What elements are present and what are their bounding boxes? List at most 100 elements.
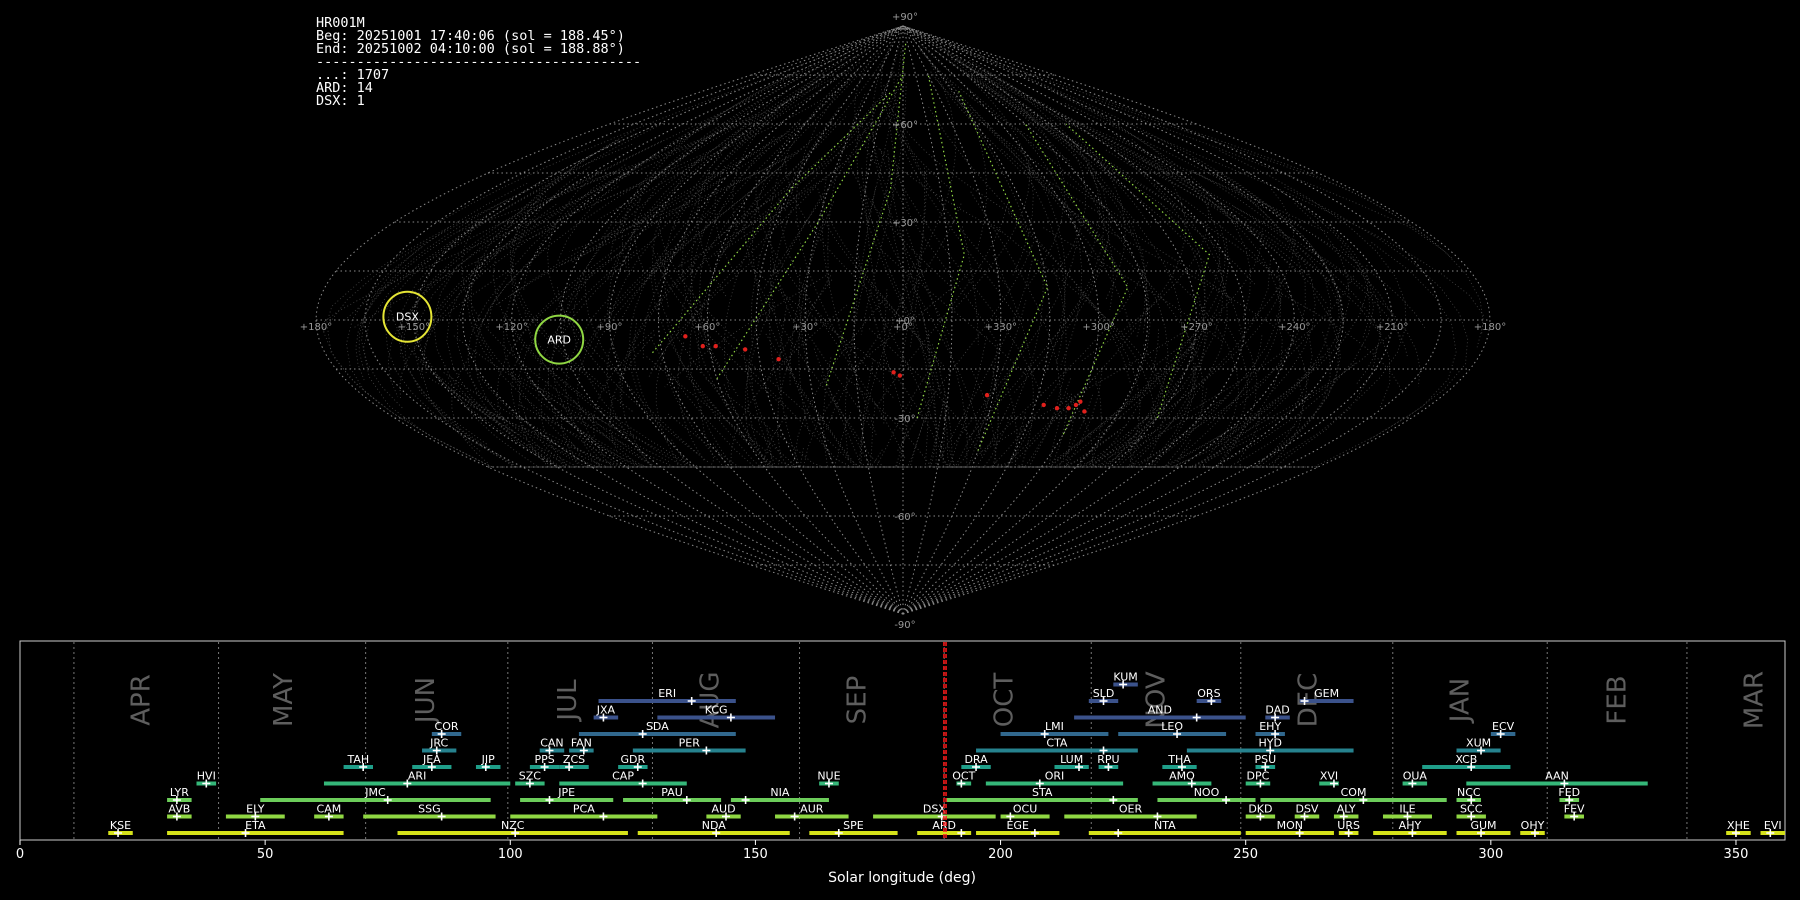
shower-label: EGE — [1006, 819, 1028, 832]
meteor-trail — [995, 116, 1067, 384]
meteor-trail — [547, 368, 770, 468]
meteor-trail — [677, 342, 706, 463]
meteor-trail — [855, 246, 909, 437]
shower-label: SLD — [1093, 687, 1115, 700]
meteor-trail — [929, 260, 1033, 468]
meteor-trail — [628, 206, 701, 413]
shower-label: RPU — [1097, 753, 1119, 766]
sporadic-point — [897, 373, 903, 378]
meteor-trail — [881, 401, 932, 468]
shower-label: KUM — [1113, 671, 1137, 684]
lon-label: +210° — [1376, 322, 1408, 333]
meteor-trail — [1221, 418, 1282, 468]
meteor-trail — [1044, 87, 1252, 318]
meteor-trail — [1257, 331, 1331, 468]
meteor-trail — [1131, 392, 1232, 468]
meteor-trail — [983, 325, 1193, 452]
month-label: MAY — [269, 673, 299, 727]
shower-label: ARD — [932, 819, 956, 832]
meteor-trail — [951, 58, 1114, 311]
shower-label: OCT — [952, 770, 975, 783]
meteor-trail — [723, 384, 770, 468]
lat-label: +60° — [892, 120, 918, 131]
meteor-trail — [698, 430, 773, 468]
meteor-trail — [1149, 322, 1195, 468]
shower-label: NCC — [1457, 786, 1481, 799]
meteor-trail — [433, 372, 660, 468]
meteor-trail — [639, 167, 780, 286]
shower-label: PAU — [661, 786, 683, 799]
meteor-trail — [883, 289, 888, 425]
meteor-trail — [772, 269, 873, 431]
meteor-trail — [930, 71, 1023, 173]
meteor-trail — [676, 50, 882, 336]
shower-label: FED — [1558, 786, 1580, 799]
meteor-trail — [1017, 128, 1083, 365]
meteor-trail — [1017, 424, 1127, 468]
meteor-trail — [709, 415, 787, 468]
shower-label: PSU — [1254, 753, 1276, 766]
shower-label: ALY — [1337, 803, 1356, 816]
meteor-trail — [1008, 213, 1141, 451]
sporadic-point — [1082, 409, 1087, 414]
meteor-trail — [966, 344, 998, 468]
shower-label: NTA — [1154, 819, 1176, 832]
meteor-trail — [989, 343, 1194, 468]
meteor-trail — [361, 182, 528, 409]
month-label: NOV — [1141, 671, 1171, 728]
meteor-trail — [657, 253, 820, 425]
shower-label: AUR — [800, 803, 824, 816]
meteor-trail — [547, 234, 659, 468]
meteor-trail — [1214, 330, 1266, 468]
meteor-trail — [1054, 226, 1227, 463]
info-panel: HR001M Beg: 20251001 17:40:06 (sol = 188.… — [316, 16, 641, 108]
x-tick-label: 150 — [743, 847, 768, 862]
meteor-trail — [949, 81, 987, 249]
meteor-trail — [887, 150, 941, 394]
shower-label: GDR — [621, 753, 646, 766]
sporadic-point — [700, 343, 705, 349]
meteor-trail — [1263, 407, 1351, 468]
shower-label: ERI — [658, 687, 676, 700]
meteor-trail — [1065, 193, 1131, 297]
meteor-trail — [1067, 322, 1210, 468]
meteor-trail — [951, 159, 1031, 312]
month-label: JAN — [1445, 678, 1475, 724]
shower-label: OHY — [1521, 819, 1545, 832]
meteor-trail — [759, 275, 832, 468]
shower-label: FAN — [571, 737, 592, 750]
meteor-trail — [763, 43, 901, 290]
shower-label: OER — [1119, 803, 1143, 816]
shower-label: NOO — [1194, 786, 1220, 799]
shower-label: XVI — [1320, 770, 1338, 783]
shower-label: KCG — [705, 704, 728, 717]
month-label: OCT — [989, 673, 1019, 728]
meteor-trail — [602, 102, 764, 238]
meteor-trail — [1237, 410, 1314, 468]
meteor-trail — [1247, 188, 1295, 324]
meteor-trail — [951, 262, 1149, 468]
shower-label: PER — [679, 737, 701, 750]
meteor-trail — [1049, 117, 1100, 262]
meteor-trail — [1233, 206, 1421, 387]
meteor-trail — [466, 403, 692, 468]
meteor-trail — [607, 48, 857, 264]
month-label: JUN — [411, 677, 441, 725]
meteor-trail — [795, 65, 862, 356]
meteor-trail — [724, 47, 872, 162]
meteor-trail — [1141, 130, 1484, 336]
meteor-trail — [1225, 426, 1295, 468]
meridian-line — [511, 25, 904, 615]
meteor-trail — [797, 385, 915, 468]
shower-label: ORS — [1197, 687, 1220, 700]
meteor-trail — [742, 348, 789, 468]
meteor-trail — [511, 372, 741, 468]
x-tick-label: 100 — [498, 847, 523, 862]
shower-label: XCB — [1455, 753, 1477, 766]
meteor-trail — [355, 218, 479, 381]
meteor-trail — [918, 47, 1129, 285]
meridian-line — [902, 25, 1295, 615]
shower-label: AHY — [1399, 819, 1422, 832]
sporadic-point — [984, 392, 990, 398]
meteor-trail — [418, 356, 614, 468]
